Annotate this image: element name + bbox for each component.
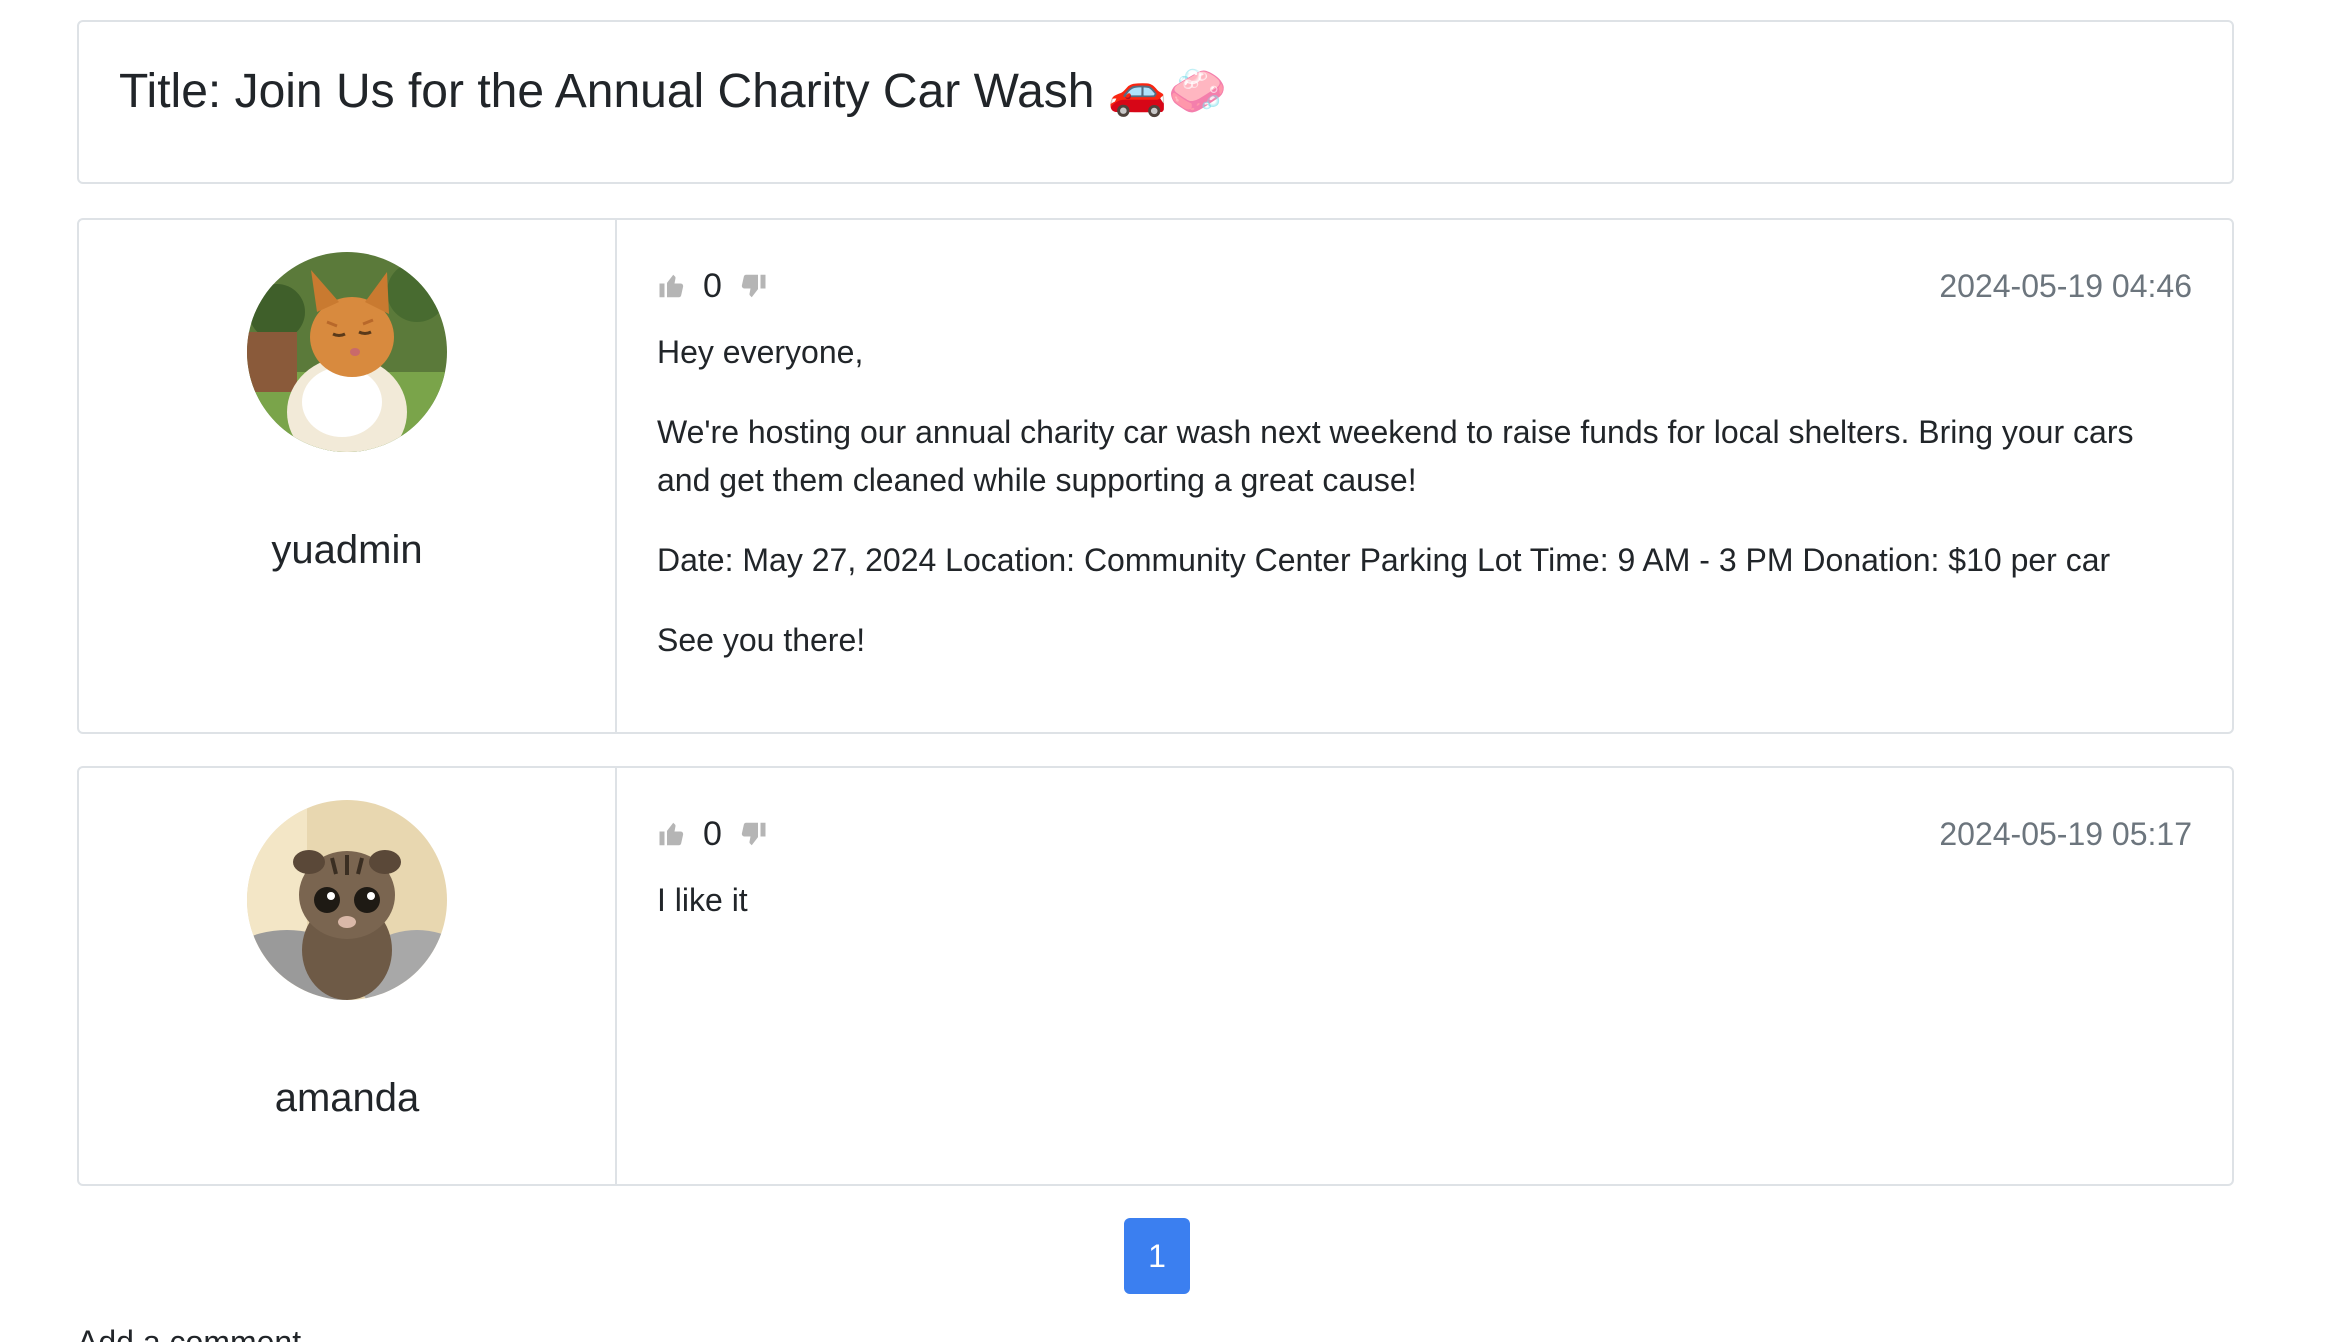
post-paragraph: Hey everyone, bbox=[657, 334, 864, 370]
post-content: 0 2024-05-19 05:17 I like it bbox=[617, 768, 2232, 1184]
add-comment-heading: Add a comment bbox=[77, 1324, 302, 1342]
avatar[interactable] bbox=[247, 800, 447, 1000]
author-name[interactable]: amanda bbox=[79, 1074, 615, 1122]
vote-bar: 0 bbox=[657, 816, 768, 852]
thumbs-down-icon[interactable] bbox=[738, 819, 768, 849]
author-name[interactable]: yuadmin bbox=[79, 526, 615, 574]
post-body: Hey everyone, We're hosting our annual c… bbox=[657, 328, 2192, 696]
thumbs-down-icon[interactable] bbox=[738, 271, 768, 301]
vote-count: 0 bbox=[703, 815, 722, 853]
thread-title-card: Title: Join Us for the Annual Charity Ca… bbox=[77, 20, 2234, 184]
thread-page: Title: Join Us for the Annual Charity Ca… bbox=[0, 0, 2352, 1342]
post-paragraph: Date: May 27, 2024 Location: Community C… bbox=[657, 542, 2111, 578]
post-card: amanda 0 2024-05-19 05:17 I like it bbox=[77, 766, 2234, 1186]
post-paragraph: See you there! bbox=[657, 622, 866, 658]
post-paragraph: We're hosting our annual charity car was… bbox=[657, 414, 2134, 498]
thumbs-up-icon[interactable] bbox=[657, 271, 687, 301]
post-body: I like it bbox=[657, 876, 2192, 956]
post-card: yuadmin 0 2024-05-19 04:46 Hey everyone,… bbox=[77, 218, 2234, 734]
post-author-panel: amanda bbox=[79, 768, 617, 1184]
vote-count: 0 bbox=[703, 267, 722, 305]
avatar[interactable] bbox=[247, 252, 447, 452]
post-timestamp: 2024-05-19 04:46 bbox=[1939, 268, 2192, 304]
post-author-panel: yuadmin bbox=[79, 220, 617, 732]
orange-tabby-cat-avatar-image bbox=[247, 252, 447, 452]
thumbs-up-icon[interactable] bbox=[657, 819, 687, 849]
post-paragraph: I like it bbox=[657, 882, 748, 918]
thread-title: Title: Join Us for the Annual Charity Ca… bbox=[119, 65, 1228, 118]
pagination-page-button[interactable]: 1 bbox=[1124, 1218, 1190, 1294]
tabby-kitten-avatar-image bbox=[247, 800, 447, 1000]
post-timestamp: 2024-05-19 05:17 bbox=[1939, 816, 2192, 852]
post-content: 0 2024-05-19 04:46 Hey everyone, We're h… bbox=[617, 220, 2232, 732]
vote-bar: 0 bbox=[657, 268, 768, 304]
